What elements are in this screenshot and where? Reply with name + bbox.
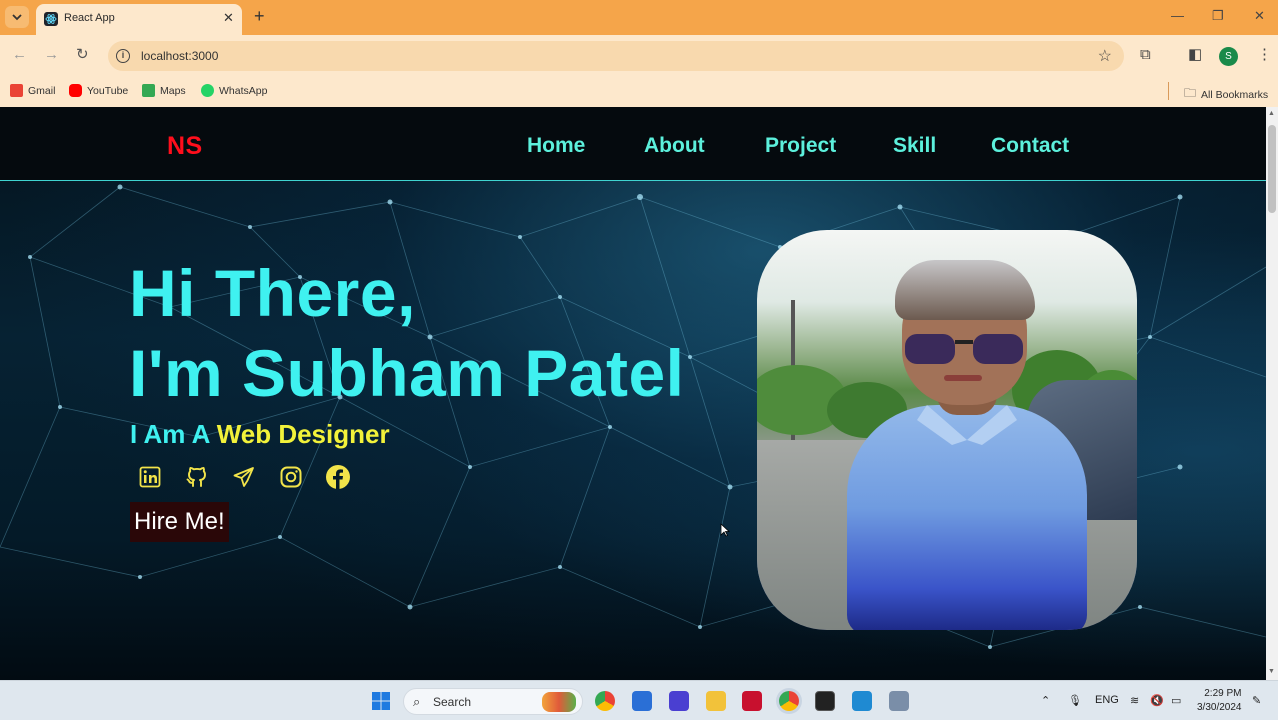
- microphone-icon[interactable]: 🎙: [1068, 694, 1082, 707]
- vscode-icon[interactable]: [852, 691, 872, 711]
- github-icon[interactable]: [184, 464, 210, 490]
- page-viewport: NS Home About Project Skill Contact Hi T…: [0, 107, 1266, 680]
- nav-about[interactable]: About: [644, 134, 705, 158]
- bookmark-youtube[interactable]: YouTube: [69, 84, 128, 97]
- windows-start-icon[interactable]: [371, 691, 391, 711]
- all-bookmarks-button[interactable]: 🗀 All Bookmarks: [1184, 84, 1268, 105]
- mcafee-icon[interactable]: [742, 691, 762, 711]
- taskbar-search[interactable]: ⌕ Search: [403, 688, 583, 715]
- chrome-active-taskbar-icon[interactable]: [779, 691, 799, 711]
- site-logo[interactable]: NS: [167, 132, 203, 161]
- chevron-down-icon: [12, 14, 22, 21]
- scroll-down-icon[interactable]: ▼: [1268, 668, 1275, 675]
- back-button[interactable]: ←: [12, 47, 27, 63]
- file-explorer-icon[interactable]: [706, 691, 726, 711]
- browser-tab[interactable]: React App ✕: [36, 4, 242, 35]
- close-icon[interactable]: ✕: [223, 11, 234, 25]
- scroll-up-icon[interactable]: ▲: [1268, 110, 1275, 117]
- minimize-button[interactable]: —: [1171, 9, 1184, 23]
- whatsapp-icon: [201, 84, 214, 97]
- tab-search-button[interactable]: [5, 6, 29, 28]
- search-highlight-icon: [542, 692, 576, 712]
- scroll-thumb[interactable]: [1268, 125, 1276, 213]
- tab-strip: React App ✕ + — ❐ ✕: [0, 0, 1278, 35]
- hero-role: I Am A Web Designer: [130, 419, 390, 450]
- react-icon: [44, 12, 58, 26]
- side-panel-icon[interactable]: ◧: [1188, 47, 1202, 63]
- telegram-icon[interactable]: [231, 464, 257, 490]
- notification-icon[interactable]: ✎: [1252, 694, 1261, 707]
- nav-project[interactable]: Project: [765, 134, 836, 158]
- photo-shirt-collar: [917, 405, 1017, 445]
- role-value: Web Designer: [216, 419, 390, 449]
- profile-photo: [757, 230, 1137, 630]
- window-close-button[interactable]: ✕: [1254, 9, 1265, 23]
- photo-sunglasses: [905, 334, 1023, 364]
- restore-button[interactable]: ❐: [1212, 9, 1224, 23]
- maps-icon: [142, 84, 155, 97]
- bookmark-whatsapp[interactable]: WhatsApp: [201, 84, 267, 97]
- nav-skill[interactable]: Skill: [893, 134, 936, 158]
- nav-home[interactable]: Home: [527, 134, 585, 158]
- extensions-icon[interactable]: ⧉: [1140, 47, 1151, 63]
- taskbar-search-label: Search: [433, 695, 472, 709]
- taskbar-clock[interactable]: 2:29 PM 3/30/2024: [1197, 687, 1242, 715]
- reload-button[interactable]: ↻: [76, 47, 89, 63]
- youtube-icon: [69, 84, 82, 97]
- hero-name: I'm Subham Patel: [129, 336, 685, 410]
- snipping-tool-icon[interactable]: [889, 691, 909, 711]
- store-taskbar-icon[interactable]: [632, 691, 652, 711]
- hero-greeting: Hi There,: [129, 256, 416, 330]
- bookmark-maps[interactable]: Maps: [142, 84, 186, 97]
- gmail-icon: [10, 84, 23, 97]
- more-menu-icon[interactable]: ⋮: [1257, 47, 1272, 63]
- photo-person-hair: [895, 260, 1035, 320]
- bookmarks-divider: [1168, 82, 1169, 100]
- new-tab-button[interactable]: +: [254, 7, 265, 25]
- terminal-icon[interactable]: [815, 691, 835, 711]
- site-info-icon[interactable]: i: [116, 49, 130, 63]
- page-scrollbar[interactable]: ▲ ▼: [1266, 107, 1278, 680]
- clock-time: 2:29 PM: [1204, 688, 1242, 699]
- volume-muted-icon[interactable]: 🔇: [1150, 694, 1164, 707]
- instagram-icon[interactable]: [278, 464, 304, 490]
- avatar[interactable]: S: [1219, 47, 1238, 66]
- bookmarks-bar: Gmail YouTube Maps WhatsApp 🗀 All Bookma…: [0, 77, 1278, 107]
- bookmark-star-icon[interactable]: ☆: [1098, 46, 1112, 66]
- chrome-taskbar-icon[interactable]: [595, 691, 615, 711]
- bookmark-gmail[interactable]: Gmail: [10, 84, 55, 97]
- mouse-cursor-icon: [720, 523, 730, 537]
- app-taskbar-icon[interactable]: [669, 691, 689, 711]
- social-links: [137, 464, 351, 490]
- tray-chevron-icon[interactable]: ⌃: [1041, 694, 1050, 707]
- tab-title: React App: [64, 12, 115, 24]
- role-prefix: I Am A: [130, 419, 210, 449]
- hire-me-button[interactable]: Hire Me!: [130, 502, 229, 542]
- forward-button[interactable]: →: [44, 47, 59, 63]
- browser-toolbar: ← → ↻ i localhost:3000 ☆ ⧉ ◧ S ⋮: [0, 35, 1278, 77]
- search-icon: ⌕: [413, 694, 421, 709]
- site-navbar: NS Home About Project Skill Contact: [0, 107, 1266, 181]
- windows-taskbar: ⌕ Search ⌃ 🎙 ENG ≋ 🔇 ▭ 2:29 PM 3/30/2024…: [0, 680, 1278, 720]
- nav-contact[interactable]: Contact: [991, 134, 1069, 158]
- clock-date: 3/30/2024: [1197, 702, 1242, 713]
- url-text: localhost:3000: [141, 49, 219, 63]
- linkedin-icon[interactable]: [137, 464, 163, 490]
- folder-icon: 🗀: [1184, 86, 1197, 100]
- address-bar[interactable]: i localhost:3000 ☆: [108, 41, 1124, 71]
- photo-person-mouth: [944, 375, 982, 381]
- battery-icon[interactable]: ▭: [1171, 694, 1181, 707]
- language-indicator[interactable]: ENG: [1095, 694, 1119, 706]
- wifi-icon[interactable]: ≋: [1130, 694, 1139, 707]
- facebook-icon[interactable]: [325, 464, 351, 490]
